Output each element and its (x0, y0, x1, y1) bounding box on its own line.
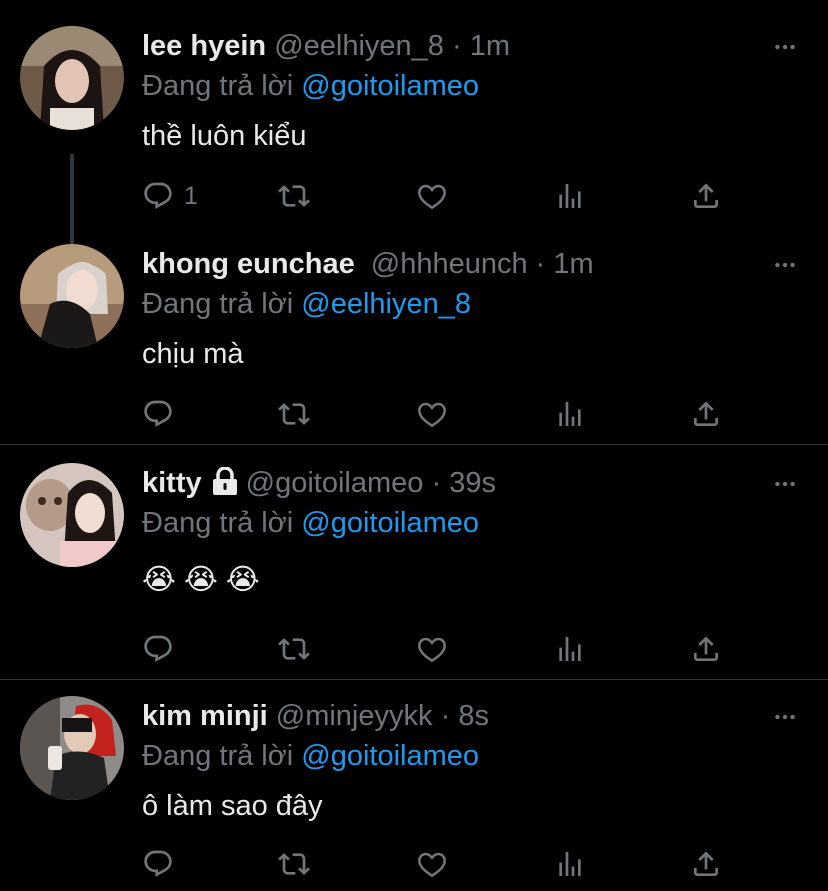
share-button[interactable] (690, 629, 722, 669)
replying-to: Đang trả lời @goitoilameo (142, 736, 479, 776)
timestamp[interactable]: 1m (470, 30, 510, 62)
timestamp[interactable]: 1m (553, 248, 593, 280)
more-icon[interactable] (772, 252, 798, 278)
user-handle[interactable]: @hhheunch (371, 248, 528, 280)
views-button[interactable] (554, 844, 586, 884)
action-bar: 1 (142, 176, 742, 216)
share-button[interactable] (690, 176, 722, 216)
separator-dot: · (535, 248, 546, 280)
like-button[interactable] (416, 394, 448, 434)
retweet-button[interactable] (278, 394, 310, 434)
display-name[interactable]: kim minji (142, 700, 268, 732)
retweet-icon (278, 848, 310, 880)
tweet-header: kitty @goitoilameo · 39s (142, 463, 768, 503)
retweet-button[interactable] (278, 844, 310, 884)
separator-dot: · (451, 30, 462, 62)
separator-dot: · (440, 700, 451, 732)
tweet-header: khong eunchae @hhheunch · 1m (142, 244, 768, 284)
like-button[interactable] (416, 176, 448, 216)
display-name[interactable]: lee hyein (142, 30, 266, 62)
retweet-icon (278, 398, 310, 430)
mention-link[interactable]: @goitoilameo (301, 740, 479, 772)
divider (0, 679, 828, 680)
display-name[interactable]: kitty (142, 467, 202, 499)
tweet-header: lee hyein @eelhiyen_8 · 1m (142, 26, 768, 66)
heart-icon (416, 848, 448, 880)
share-button[interactable] (690, 844, 722, 884)
timestamp[interactable]: 8s (458, 700, 489, 732)
reply-prefix: Đang trả lời (142, 288, 294, 320)
tweet-header: kim minji @minjeyykk · 8s (142, 696, 768, 736)
share-icon (690, 848, 722, 880)
mention-link[interactable]: @goitoilameo (301, 70, 479, 102)
heart-icon (416, 633, 448, 665)
divider (0, 444, 828, 445)
more-icon[interactable] (772, 704, 798, 730)
tweet-text: thề luôn kiểu (142, 120, 307, 152)
tweet-text: ô làm sao đây (142, 790, 323, 822)
avatar[interactable] (20, 463, 124, 567)
reply-button[interactable]: 1 (142, 176, 198, 216)
reply-prefix: Đang trả lời (142, 507, 294, 539)
heart-icon (416, 398, 448, 430)
reply-button[interactable] (142, 844, 174, 884)
action-bar (142, 844, 742, 884)
reply-icon (142, 180, 174, 212)
views-button[interactable] (554, 394, 586, 434)
avatar[interactable] (20, 696, 124, 800)
avatar[interactable] (20, 26, 124, 130)
heart-icon (416, 180, 448, 212)
tweet-text: chịu mà (142, 338, 244, 370)
share-icon (690, 398, 722, 430)
timestamp[interactable]: 39s (449, 467, 496, 499)
reply-prefix: Đang trả lời (142, 740, 294, 772)
reply-prefix: Đang trả lời (142, 70, 294, 102)
views-icon (554, 398, 586, 430)
user-handle[interactable]: @eelhiyen_8 (274, 30, 444, 62)
reply-icon (142, 848, 174, 880)
replying-to: Đang trả lời @eelhiyen_8 (142, 284, 471, 324)
action-bar (142, 394, 742, 434)
user-handle[interactable]: @minjeyykk (276, 700, 433, 732)
views-button[interactable] (554, 176, 586, 216)
like-button[interactable] (416, 629, 448, 669)
retweet-button[interactable] (278, 629, 310, 669)
like-button[interactable] (416, 844, 448, 884)
views-icon (554, 848, 586, 880)
mention-link[interactable]: @goitoilameo (301, 507, 479, 539)
replying-to: Đang trả lời @goitoilameo (142, 503, 479, 543)
display-name[interactable]: khong eunchae (142, 248, 355, 280)
reply-icon (142, 398, 174, 430)
views-icon (554, 180, 586, 212)
reply-button[interactable] (142, 394, 174, 434)
share-icon (690, 180, 722, 212)
views-icon (554, 633, 586, 665)
separator-dot: · (431, 467, 442, 499)
more-icon[interactable] (772, 471, 798, 497)
retweet-icon (278, 633, 310, 665)
avatar[interactable] (20, 244, 124, 348)
lock-icon (210, 466, 240, 506)
reply-icon (142, 633, 174, 665)
share-icon (690, 633, 722, 665)
views-button[interactable] (554, 629, 586, 669)
action-bar (142, 629, 742, 669)
reply-button[interactable] (142, 629, 174, 669)
tweet-text: 😭 😭 😭 (142, 564, 260, 596)
replying-to: Đang trả lời @goitoilameo (142, 66, 479, 106)
reply-count: 1 (184, 181, 198, 210)
retweet-button[interactable] (278, 176, 310, 216)
share-button[interactable] (690, 394, 722, 434)
user-handle[interactable]: @goitoilameo (246, 467, 424, 499)
mention-link[interactable]: @eelhiyen_8 (301, 288, 471, 320)
more-icon[interactable] (772, 34, 798, 60)
retweet-icon (278, 180, 310, 212)
